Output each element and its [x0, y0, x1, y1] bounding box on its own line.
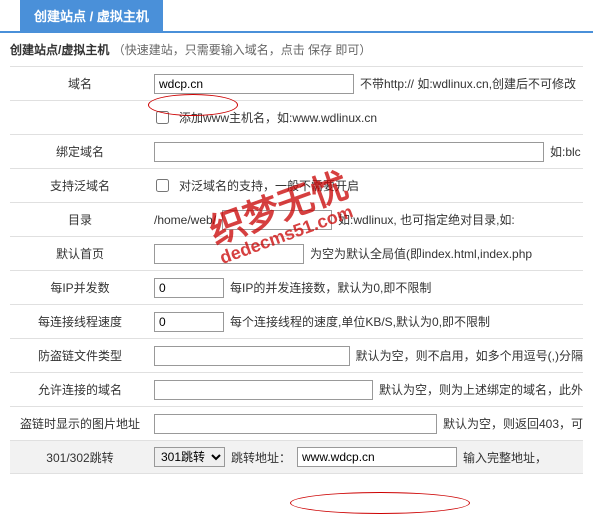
leechimg-input[interactable]: [154, 414, 437, 434]
ipconn-input[interactable]: [154, 278, 224, 298]
dir-desc: 如:wdlinux, 也可指定绝对目录,如:: [338, 211, 515, 228]
label-leechimg: 盗链时显示的图片地址: [10, 415, 150, 432]
label-wildcard: 支持泛域名: [10, 177, 150, 194]
domain-desc: 不带http:// 如:wdlinux.cn,创建后不可修改: [360, 75, 576, 92]
leechimg-desc: 默认为空，则返回403，可: [443, 415, 583, 432]
addwww-desc: 添加www主机名，如:www.wdlinux.cn: [179, 109, 377, 126]
label-antileech: 防盗链文件类型: [10, 347, 150, 364]
threadspeed-input[interactable]: [154, 312, 224, 332]
label-dir: 目录: [10, 211, 150, 228]
antileech-desc: 默认为空，则不启用，如多个用逗号(,)分隔: [356, 347, 583, 364]
redirect-select[interactable]: 301跳转 302跳转: [154, 447, 225, 467]
label-ipconn: 每IP并发数: [10, 279, 150, 296]
allowdomain-desc: 默认为空，则为上述绑定的域名，此外: [379, 381, 583, 398]
antileech-input[interactable]: [154, 346, 350, 366]
ipconn-desc: 每IP的并发连接数，默认为0,即不限制: [230, 279, 431, 296]
tab-create-site[interactable]: 创建站点 / 虚拟主机: [20, 0, 163, 31]
wildcard-checkbox[interactable]: [156, 179, 169, 192]
dir-prefix: /home/web/: [154, 213, 216, 227]
bind-input[interactable]: [154, 142, 544, 162]
section-title: 创建站点/虚拟主机 （快速建站，只需要输入域名，点击 保存 即可）: [10, 41, 583, 58]
label-allowdomain: 允许连接的域名: [10, 381, 150, 398]
label-bind: 绑定域名: [10, 143, 150, 160]
threadspeed-desc: 每个连接线程的速度,单位KB/S,默认为0,即不限制: [230, 313, 490, 330]
label-index: 默认首页: [10, 245, 150, 262]
addwww-checkbox[interactable]: [156, 111, 169, 124]
label-domain: 域名: [10, 75, 150, 92]
label-redirect: 301/302跳转: [10, 449, 150, 466]
bind-desc: 如:blc: [550, 143, 581, 160]
domain-input[interactable]: [154, 74, 354, 94]
index-input[interactable]: [154, 244, 304, 264]
wildcard-desc: 对泛域名的支持，一般不需要开启: [179, 177, 359, 194]
redirect-desc: 输入完整地址，: [463, 449, 547, 466]
label-threadspeed: 每连接线程速度: [10, 313, 150, 330]
allowdomain-input[interactable]: [154, 380, 373, 400]
index-desc: 为空为默认全局值(即index.html,index.php: [310, 245, 532, 262]
redirect-addr-label: 跳转地址：: [231, 449, 291, 466]
redirect-addr-input[interactable]: [297, 447, 457, 467]
dir-input[interactable]: [222, 210, 332, 230]
